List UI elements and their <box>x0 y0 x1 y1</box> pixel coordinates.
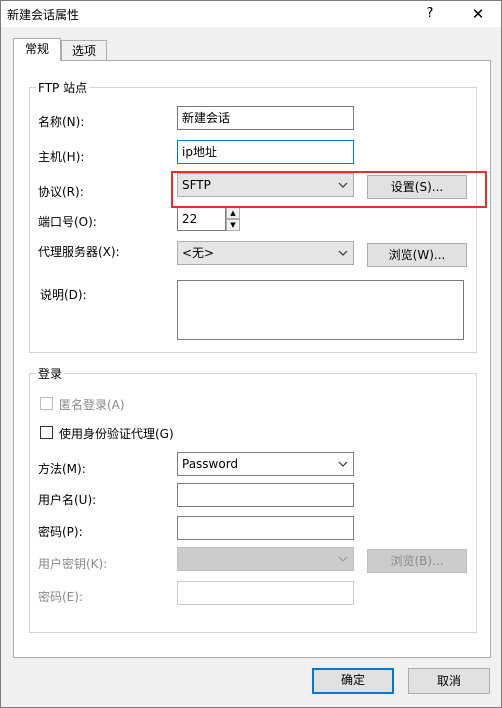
port-spinner: ▲ ▼ <box>226 207 240 231</box>
tab-general[interactable]: 常规 <box>13 38 61 61</box>
ftp-site-group-title: FTP 站点 <box>36 79 90 96</box>
chevron-down-icon <box>338 556 348 562</box>
description-label: 说明(D): <box>40 288 87 302</box>
proxy-select[interactable]: <无> <box>177 241 354 265</box>
anonymous-label: 匿名登录(A) <box>59 398 125 412</box>
chevron-down-icon <box>338 250 348 256</box>
method-label: 方法(M): <box>38 462 86 476</box>
use-agent-label: 使用身份验证代理(G) <box>59 427 174 441</box>
method-value: Password <box>182 457 239 471</box>
port-label: 端口号(O): <box>38 215 97 229</box>
close-button[interactable]: ✕ <box>463 3 493 25</box>
title-bar: 新建会话属性 ? ✕ <box>1 1 501 27</box>
window-title: 新建会话属性 <box>7 8 80 22</box>
name-input[interactable]: 新建会话 <box>177 106 354 130</box>
passphrase-input[interactable] <box>177 581 354 605</box>
password-input[interactable] <box>177 516 354 540</box>
dialog-window: 新建会话属性 ? ✕ 常规 选项 FTP 站点 名称(N): 新建会话 主机(H… <box>0 0 502 708</box>
login-group: 登录 匿名登录(A) 使用身份验证代理(G) 方法(M): Password 用… <box>29 365 477 633</box>
chevron-down-icon <box>338 182 348 188</box>
method-select[interactable]: Password <box>177 452 354 476</box>
user-key-label: 用户密钥(K): <box>38 557 108 571</box>
username-input[interactable] <box>177 483 354 507</box>
username-label: 用户名(U): <box>38 493 97 507</box>
settings-button[interactable]: 设置(S)... <box>367 175 467 199</box>
name-label: 名称(N): <box>38 115 85 129</box>
host-label: 主机(H): <box>38 150 85 164</box>
ok-button[interactable]: 确定 <box>312 668 394 694</box>
proxy-value: <无> <box>182 246 215 260</box>
protocol-label: 协议(R): <box>38 185 84 199</box>
tab-options[interactable]: 选项 <box>61 40 107 60</box>
help-button[interactable]: ? <box>415 3 445 25</box>
protocol-select[interactable]: SFTP <box>177 173 354 197</box>
proxy-label: 代理服务器(X): <box>38 245 120 259</box>
cancel-button[interactable]: 取消 <box>408 668 490 694</box>
ftp-site-group: FTP 站点 名称(N): 新建会话 主机(H): ip地址 协议(R): SF… <box>29 79 477 353</box>
password-label: 密码(P): <box>38 525 83 539</box>
host-input[interactable]: ip地址 <box>177 140 354 164</box>
spin-up-icon[interactable]: ▲ <box>226 207 240 219</box>
login-group-title: 登录 <box>36 365 65 382</box>
user-key-select[interactable] <box>177 547 354 571</box>
port-input[interactable]: 22 <box>177 207 226 231</box>
proxy-browse-button[interactable]: 浏览(W)... <box>367 243 467 267</box>
description-textarea[interactable] <box>177 280 464 340</box>
key-browse-button[interactable]: 浏览(B)... <box>367 549 467 573</box>
protocol-value: SFTP <box>182 178 211 192</box>
anonymous-checkbox[interactable] <box>40 397 53 410</box>
passphrase-label: 密码(E): <box>38 590 83 604</box>
spin-down-icon[interactable]: ▼ <box>226 219 240 231</box>
tab-panel-general: FTP 站点 名称(N): 新建会话 主机(H): ip地址 协议(R): SF… <box>13 60 491 658</box>
chevron-down-icon <box>338 461 348 467</box>
use-agent-checkbox[interactable] <box>40 426 53 439</box>
